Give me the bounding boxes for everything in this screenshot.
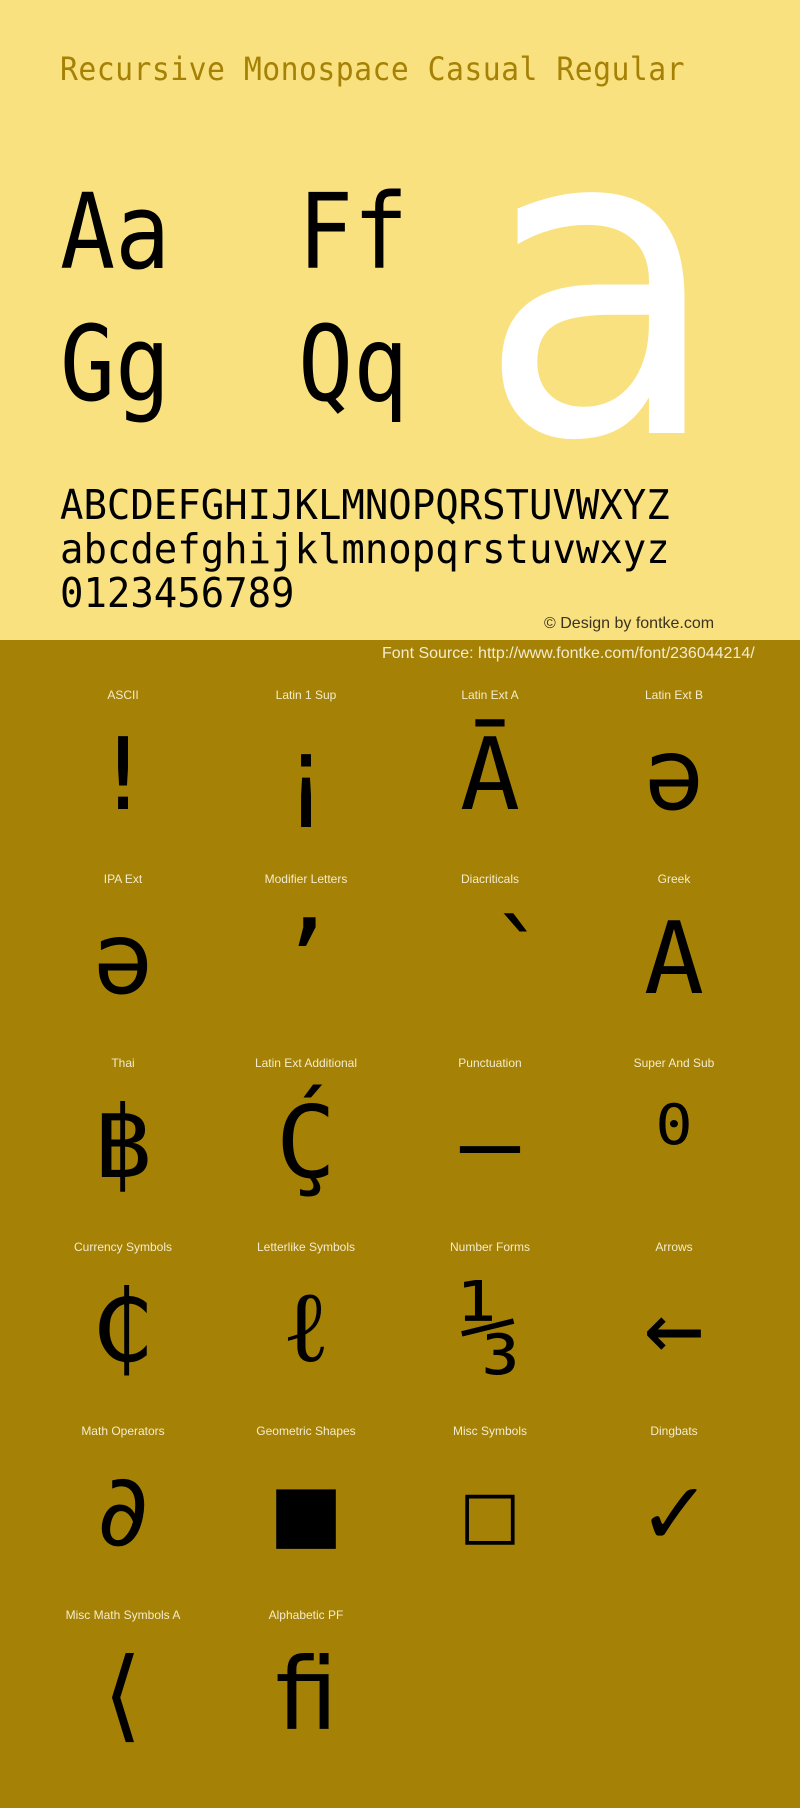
unicode-block-cell: Greek Α	[582, 864, 766, 1048]
unicode-block-glyph: ✓	[643, 1452, 705, 1569]
unicode-block-cell: IPA Ext ə	[31, 864, 215, 1048]
glyph-pair: Ff	[298, 171, 409, 293]
big-glyph: a	[478, 35, 721, 535]
unicode-block-label: ASCII	[107, 688, 139, 702]
unicode-block-cell: Letterlike Symbols ℓ	[214, 1232, 398, 1416]
unicode-block-glyph: ⟨	[92, 1636, 154, 1753]
uppercase-alphabet: ABCDEFGHIJKLMNOPQRSTUVWXYZ	[60, 481, 670, 529]
unicode-block-label: IPA Ext	[103, 872, 143, 886]
unicode-block-cell: Diacriticals̀	[398, 864, 582, 1048]
unicode-block-label: Currency Symbols	[73, 1240, 173, 1254]
unicode-block-cell: Math Operators ∂	[31, 1416, 215, 1600]
unicode-block-cell: Latin 1 Sup ¡	[214, 680, 398, 864]
unicode-block-cell: Latin Ext B ə	[582, 680, 766, 864]
unicode-block-glyph: ∂	[92, 1452, 154, 1569]
unicode-block-glyph: ̀	[398, 894, 582, 1024]
unicode-block-label: Number Forms	[449, 1240, 530, 1254]
unicode-block-glyph: ¡	[275, 716, 337, 833]
unicode-block-glyph: ‒	[459, 1084, 521, 1201]
unicode-block-label: Super And Sub	[633, 1056, 715, 1070]
unicode-block-label: Letterlike Symbols	[256, 1240, 356, 1254]
lowercase-alphabet: abcdefghijklmnopqrstuvwxyz	[60, 525, 670, 573]
unicode-block-glyph: ʼ	[275, 900, 337, 1017]
design-credit: © Design by fontke.com	[544, 615, 715, 632]
unicode-block-label: Latin Ext Additional	[254, 1056, 358, 1070]
unicode-block-cell: Currency Symbols ₵	[31, 1232, 215, 1416]
unicode-block-label: Latin Ext B	[644, 688, 704, 702]
unicode-block-glyph: ₵	[92, 1268, 154, 1385]
unicode-block-cell: Thai ฿	[31, 1048, 215, 1232]
glyph-pair: Qq	[298, 303, 409, 425]
unicode-block-glyph: Ā	[459, 716, 521, 833]
unicode-block-label: Modifier Letters	[264, 872, 348, 886]
unicode-block-label: Misc Math Symbols A	[65, 1608, 181, 1622]
unicode-block-label: Math Operators	[81, 1424, 165, 1438]
glyph-pair: Aa	[60, 171, 171, 293]
unicode-block-cell: Misc Symbols ☐	[398, 1416, 582, 1600]
unicode-block-cell: Misc Math Symbols A ⟨	[31, 1600, 215, 1784]
unicode-block-label: Diacriticals	[460, 872, 519, 886]
unicode-block-glyph: ■	[275, 1452, 337, 1569]
unicode-block-glyph: ə	[92, 900, 154, 1017]
unicode-block-glyph: ⁰	[643, 1084, 705, 1201]
unicode-block-glyph: ☐	[459, 1452, 521, 1569]
unicode-block-label: Dingbats	[650, 1424, 698, 1438]
unicode-block-glyph: Α	[643, 900, 705, 1017]
unicode-block-label: Latin 1 Sup	[275, 688, 337, 702]
unicode-block-glyph: !	[92, 716, 154, 833]
font-source-link[interactable]: Font Source: http://www.fontke.com/font/…	[382, 645, 755, 663]
unicode-block-cell: Number Forms ⅓	[398, 1232, 582, 1416]
unicode-block-cell: Alphabetic PF ﬁ	[214, 1600, 398, 1784]
unicode-block-glyph: ⅓	[459, 1268, 521, 1385]
unicode-block-cell: Modifier Letters ʼ	[214, 864, 398, 1048]
unicode-block-cell: Punctuation ‒	[398, 1048, 582, 1232]
unicode-block-cell: Latin Ext Additional Ḉ	[214, 1048, 398, 1232]
unicode-block-label: Latin Ext A	[461, 688, 519, 702]
glyph-pair: Gg	[60, 303, 171, 425]
unicode-block-cell: Geometric Shapes ■	[214, 1416, 398, 1600]
unicode-block-cell: Arrows ←	[582, 1232, 766, 1416]
unicode-block-glyph: Ḉ	[275, 1084, 337, 1201]
unicode-block-glyph: ﬁ	[275, 1636, 337, 1753]
unicode-block-label: Punctuation	[458, 1056, 522, 1070]
unicode-block-glyph: ฿	[92, 1084, 154, 1201]
unicode-block-cell: Latin Ext A Ā	[398, 680, 582, 864]
unicode-block-cell: ASCII!	[31, 680, 215, 864]
unicode-block-cell: Dingbats ✓	[582, 1416, 766, 1600]
unicode-block-label: Misc Symbols	[452, 1424, 527, 1438]
unicode-block-label: Alphabetic PF	[268, 1608, 344, 1622]
unicode-block-label: Geometric Shapes	[256, 1424, 356, 1438]
specimen-header: Recursive Monospace Casual Regular Aa Ff…	[0, 0, 800, 640]
unicode-block-label: Thai	[111, 1056, 135, 1070]
unicode-block-label: Greek	[657, 872, 691, 886]
unicode-block-glyph: ←	[643, 1268, 705, 1385]
unicode-block-glyph: ℓ	[282, 1268, 330, 1385]
digits: 0123456789	[60, 569, 295, 617]
unicode-block-glyph: ə	[643, 716, 705, 833]
unicode-block-cell: Super And Sub ⁰	[582, 1048, 766, 1232]
unicode-block-label: Arrows	[655, 1240, 693, 1254]
